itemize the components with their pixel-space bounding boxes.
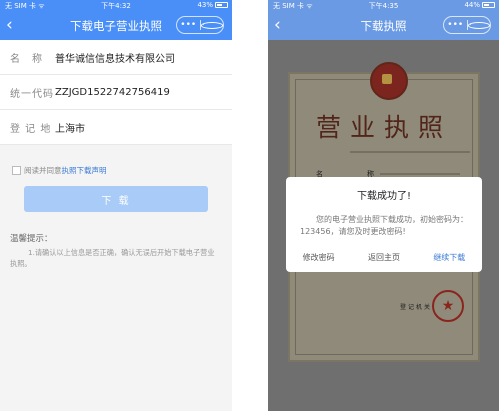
battery-icon	[482, 2, 495, 8]
dialog-actions: 修改密码 返回主页 继续下载	[286, 252, 482, 263]
close-mini-program-button[interactable]	[200, 17, 223, 33]
tips-title: 温馨提示：	[10, 234, 53, 244]
close-mini-program-button[interactable]	[467, 17, 490, 33]
license-info-list: 名 称 普华诚信信息技术有限公司 统一代码 ZZJGD1522742756419…	[0, 40, 232, 145]
return-home-button[interactable]: 返回主页	[368, 252, 400, 263]
field-label: 登 记 地	[10, 123, 52, 135]
battery-indicator: 43%	[197, 1, 228, 9]
field-value: ZZJGD1522742756419	[55, 86, 170, 98]
battery-percent: 43%	[197, 1, 213, 9]
agreement-row: 阅读并同意 执照下载声明	[12, 165, 232, 176]
field-registration-place: 登 记 地 上海市	[0, 110, 232, 145]
battery-icon	[215, 2, 228, 8]
nav-bar: ‹ 下载执照 •••	[268, 12, 499, 40]
dialog-message: 您的电子营业执照下载成功，初始密码为：123456，请您及时更改密码!	[300, 215, 468, 236]
field-label: 名 称	[10, 53, 43, 65]
field-name: 名 称 普华诚信信息技术有限公司	[0, 40, 232, 75]
tips-body: 1.请确认以上信息是否正确，确认无误后开始下载电子营业执照。	[10, 248, 215, 268]
agreement-checkbox[interactable]	[12, 166, 21, 175]
mini-program-capsule: •••	[176, 16, 224, 34]
field-label: 统一代码	[10, 88, 54, 100]
target-icon	[200, 21, 223, 29]
more-icon[interactable]: •••	[444, 17, 467, 33]
target-icon	[467, 21, 490, 29]
battery-percent: 44%	[464, 1, 480, 9]
download-button[interactable]: 下 载	[24, 186, 208, 212]
license-statement-link[interactable]: 执照下载声明	[62, 165, 107, 176]
continue-download-button[interactable]: 继续下载	[433, 252, 465, 263]
dialog-title: 下载成功了!	[356, 191, 411, 202]
battery-indicator: 44%	[464, 1, 495, 9]
mini-program-capsule: •••	[443, 16, 491, 34]
top-bar: 无 SIM 卡 ᯤ 下午4:35 44% ‹ 下载执照 •••	[268, 0, 499, 40]
download-success-dialog: 下载成功了! 您的电子营业执照下载成功，初始密码为：123456，请您及时更改密…	[286, 177, 482, 272]
agreement-text: 阅读并同意	[24, 166, 62, 175]
more-icon[interactable]: •••	[177, 17, 200, 33]
nav-bar: ‹ 下载电子营业执照 •••	[0, 12, 232, 40]
download-license-screen: 无 SIM 卡 ᯤ 下午4:32 43% ‹ 下载电子营业执照 ••• 名 称 …	[0, 0, 232, 411]
field-unified-code: 统一代码 ZZJGD1522742756419	[0, 75, 232, 110]
status-bar: 无 SIM 卡 ᯤ 下午4:32 43%	[0, 0, 232, 12]
field-value: 普华诚信信息技术有限公司	[55, 53, 175, 65]
download-success-screen: 无 SIM 卡 ᯤ 下午4:35 44% ‹ 下载执照 ••• 营业执照 名 称…	[268, 0, 499, 411]
field-value: 上海市	[55, 123, 85, 135]
top-bar: 无 SIM 卡 ᯤ 下午4:32 43% ‹ 下载电子营业执照 •••	[0, 0, 232, 40]
change-password-button[interactable]: 修改密码	[303, 252, 335, 263]
status-bar: 无 SIM 卡 ᯤ 下午4:35 44%	[268, 0, 499, 12]
